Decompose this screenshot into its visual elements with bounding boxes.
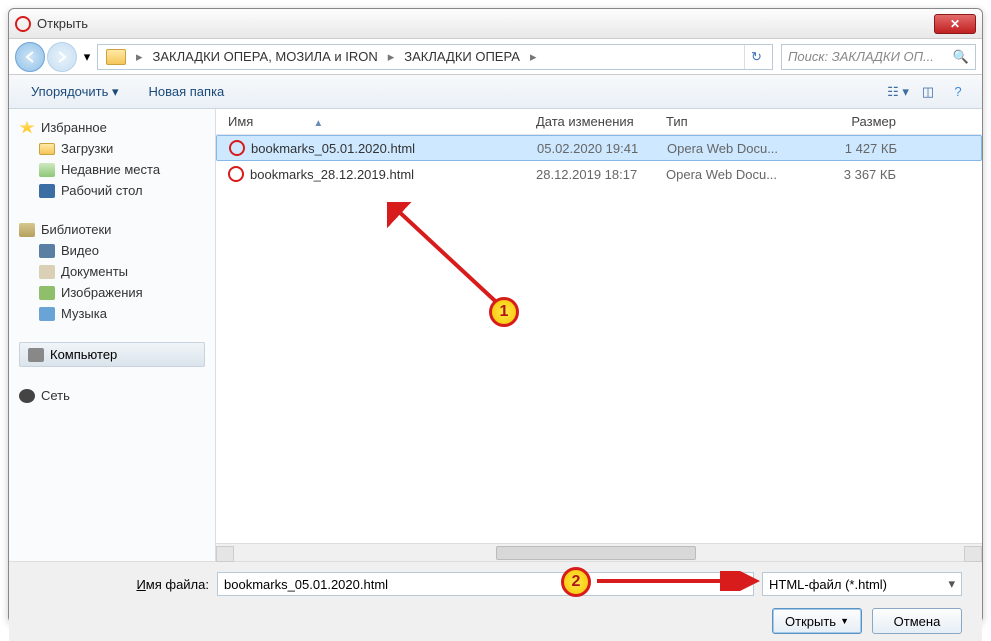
column-headers: Имя▲ Дата изменения Тип Размер (216, 109, 982, 135)
file-open-dialog: Открыть ✕ ▾ ▸ ЗАКЛАДКИ ОПЕРА, МОЗИЛА и I… (8, 8, 983, 623)
filetype-filter[interactable]: HTML-файл (*.html) ▾ (762, 572, 962, 596)
history-dropdown[interactable]: ▾ (79, 42, 95, 72)
chevron-down-icon[interactable]: ▾ (740, 576, 747, 592)
search-icon: 🔍 (953, 49, 969, 65)
star-icon (19, 121, 35, 135)
footer: Имя файла: bookmarks_05.01.2020.html ▾ H… (9, 561, 982, 641)
sidebar-item-music[interactable]: Музыка (13, 303, 211, 324)
refresh-icon[interactable]: ↻ (744, 45, 768, 69)
document-icon (39, 265, 55, 279)
file-row[interactable]: bookmarks_28.12.2019.html 28.12.2019 18:… (216, 161, 982, 187)
sidebar-favorites[interactable]: Избранное (13, 117, 211, 138)
sidebar-computer[interactable]: Компьютер (19, 342, 205, 367)
breadcrumb[interactable]: ▸ ЗАКЛАДКИ ОПЕРА, МОЗИЛА и IRON ▸ ЗАКЛАД… (97, 44, 773, 70)
file-list: Имя▲ Дата изменения Тип Размер bookmarks… (216, 109, 982, 561)
search-placeholder: Поиск: ЗАКЛАДКИ ОП... (788, 49, 934, 64)
file-size: 3 367 КБ (816, 167, 916, 182)
sidebar: Избранное Загрузки Недавние места Рабочи… (9, 109, 216, 561)
filename-value: bookmarks_05.01.2020.html (224, 577, 388, 592)
file-size: 1 427 КБ (817, 141, 917, 156)
open-button[interactable]: Открыть ▼ (772, 608, 862, 634)
sidebar-network[interactable]: Сеть (13, 385, 211, 406)
preview-pane-button[interactable]: ◫ (916, 81, 940, 103)
image-icon (39, 286, 55, 300)
titlebar: Открыть ✕ (9, 9, 982, 39)
breadcrumb-item[interactable]: ЗАКЛАДКИ ОПЕРА (400, 49, 524, 64)
file-name: bookmarks_05.01.2020.html (251, 141, 537, 156)
opera-file-icon (229, 140, 245, 156)
folder-icon (106, 49, 126, 65)
folder-icon (39, 143, 55, 155)
file-row[interactable]: bookmarks_05.01.2020.html 05.02.2020 19:… (216, 135, 982, 161)
forward-button[interactable] (47, 42, 77, 72)
file-name: bookmarks_28.12.2019.html (250, 167, 536, 182)
file-date: 28.12.2019 18:17 (536, 167, 666, 182)
music-icon (39, 307, 55, 321)
opera-file-icon (228, 166, 244, 182)
col-size-header[interactable]: Размер (816, 114, 916, 129)
arrow-left-icon (23, 50, 37, 64)
sidebar-item-video[interactable]: Видео (13, 240, 211, 261)
video-icon (39, 244, 55, 258)
filename-label: Имя файла: (29, 577, 209, 592)
sidebar-item-documents[interactable]: Документы (13, 261, 211, 282)
sidebar-item-recent[interactable]: Недавние места (13, 159, 211, 180)
navbar: ▾ ▸ ЗАКЛАДКИ ОПЕРА, МОЗИЛА и IRON ▸ ЗАКЛ… (9, 39, 982, 75)
horizontal-scrollbar[interactable] (216, 543, 982, 561)
computer-icon (28, 348, 44, 362)
cancel-button[interactable]: Отмена (872, 608, 962, 634)
file-type: Opera Web Docu... (667, 141, 817, 156)
col-date-header[interactable]: Дата изменения (536, 114, 666, 129)
sidebar-item-images[interactable]: Изображения (13, 282, 211, 303)
breadcrumb-item[interactable]: ЗАКЛАДКИ ОПЕРА, МОЗИЛА и IRON (149, 49, 382, 64)
toolbar: Упорядочить ▾ Новая папка ☷ ▾ ◫ ? (9, 75, 982, 109)
recent-icon (39, 163, 55, 177)
file-date: 05.02.2020 19:41 (537, 141, 667, 156)
organize-menu[interactable]: Упорядочить ▾ (21, 80, 129, 104)
back-button[interactable] (15, 42, 45, 72)
main-area: Избранное Загрузки Недавние места Рабочи… (9, 109, 982, 561)
col-name-header[interactable]: Имя▲ (216, 114, 536, 129)
desktop-icon (39, 184, 55, 198)
library-icon (19, 223, 35, 237)
sidebar-item-desktop[interactable]: Рабочий стол (13, 180, 211, 201)
network-icon (19, 389, 35, 403)
window-title: Открыть (37, 16, 88, 31)
close-button[interactable]: ✕ (934, 14, 976, 34)
col-type-header[interactable]: Тип (666, 114, 816, 129)
view-options-button[interactable]: ☷ ▾ (886, 81, 910, 103)
arrow-right-icon (55, 50, 69, 64)
filter-value: HTML-файл (*.html) (769, 577, 887, 592)
opera-icon (15, 16, 31, 32)
new-folder-button[interactable]: Новая папка (139, 80, 235, 103)
file-type: Opera Web Docu... (666, 167, 816, 182)
scrollbar-thumb[interactable] (496, 546, 696, 560)
sort-asc-icon: ▲ (313, 118, 323, 129)
chevron-down-icon[interactable]: ▾ (948, 576, 955, 592)
filename-input[interactable]: bookmarks_05.01.2020.html ▾ (217, 572, 754, 596)
search-input[interactable]: Поиск: ЗАКЛАДКИ ОП... 🔍 (781, 44, 976, 70)
help-button[interactable]: ? (946, 81, 970, 103)
sidebar-libraries[interactable]: Библиотеки (13, 219, 211, 240)
sidebar-item-downloads[interactable]: Загрузки (13, 138, 211, 159)
